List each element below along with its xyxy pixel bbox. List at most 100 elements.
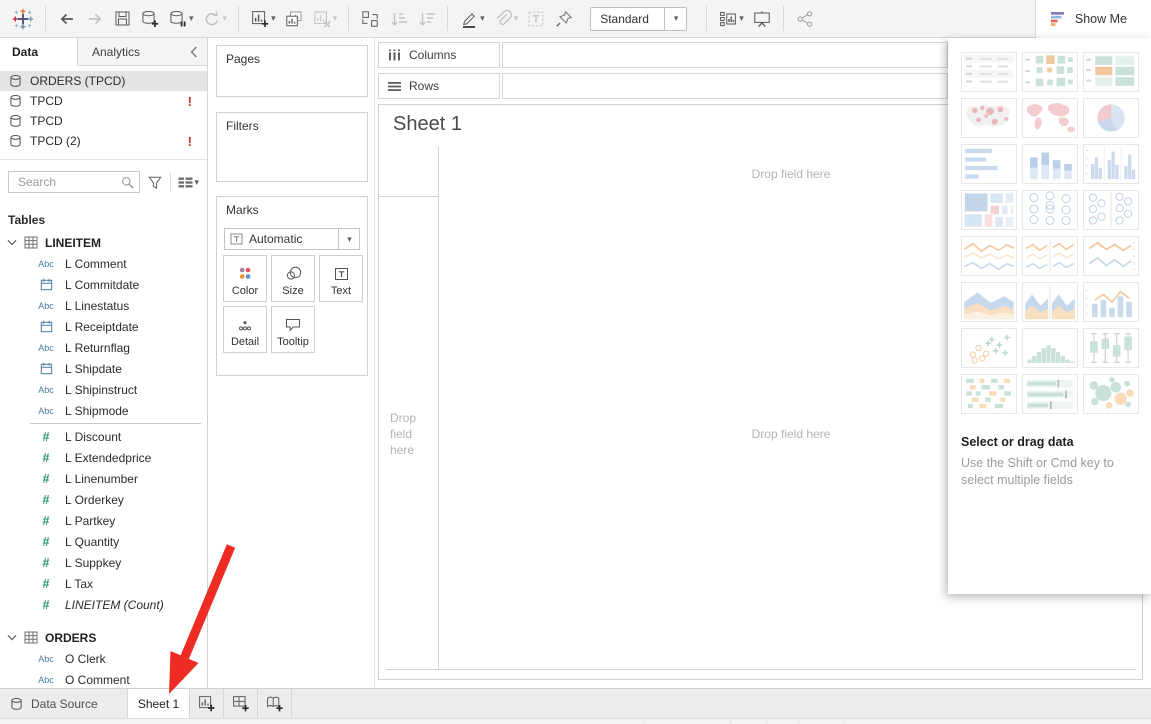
field-item[interactable]: AbcO Clerk	[0, 648, 207, 669]
marks-text-button[interactable]: Text	[319, 255, 363, 302]
field-item[interactable]: #L Quantity	[0, 531, 207, 552]
columns-shelf[interactable]: Columns	[378, 42, 948, 68]
columns-shelf-droparea[interactable]	[502, 42, 948, 68]
new-dashboard-button[interactable]	[224, 689, 258, 718]
show-hide-cards-button[interactable]: ▾	[714, 4, 748, 34]
show-me-line-chart-thumbnail[interactable]	[1083, 236, 1139, 276]
chevron-down-icon[interactable]	[7, 239, 17, 246]
show-me-horizontal-bars-thumbnail[interactable]	[961, 144, 1017, 184]
new-worksheet-tab-button[interactable]	[190, 689, 224, 718]
chevron-down-icon[interactable]: ▾	[480, 14, 485, 23]
filters-shelf[interactable]: Filters	[216, 112, 368, 182]
field-item[interactable]: #L Tax	[0, 573, 207, 594]
field-item[interactable]: #L Orderkey	[0, 489, 207, 510]
chevron-down-icon[interactable]: ▾	[194, 178, 199, 187]
show-me-gantt-thumbnail[interactable]	[961, 374, 1017, 414]
chevron-down-icon[interactable]: ▾	[189, 14, 194, 23]
field-item[interactable]: AbcL Shipinstruct	[0, 379, 207, 400]
rows-shelf-droparea[interactable]	[502, 73, 948, 99]
chevron-down-icon[interactable]: ▾	[338, 229, 359, 249]
presentation-mode-button[interactable]	[748, 4, 776, 34]
field-item[interactable]: AbcL Shipmode	[0, 400, 207, 421]
save-button[interactable]	[109, 4, 136, 34]
sort-descending-button[interactable]	[412, 4, 440, 34]
show-me-pie-chart-thumbnail[interactable]	[1083, 98, 1139, 138]
show-me-highlight-table-thumbnail[interactable]	[1083, 52, 1139, 92]
show-me-treemap-thumbnail[interactable]	[961, 190, 1017, 230]
show-me-side-by-side-circles-thumbnail[interactable]	[1083, 190, 1139, 230]
field-item[interactable]: AbcL Comment	[0, 253, 207, 274]
show-me-area-continuous-thumbnail[interactable]	[961, 282, 1017, 322]
tab-data[interactable]: Data	[0, 38, 78, 66]
field-item[interactable]: #L Extendedprice	[0, 447, 207, 468]
collapse-pane-button[interactable]	[181, 38, 207, 66]
show-me-scatter-plot-thumbnail[interactable]	[961, 328, 1017, 368]
group-members-button[interactable]: ▾	[489, 4, 523, 34]
tableau-logo-icon[interactable]	[8, 4, 38, 34]
fit-dropdown[interactable]: Standard ▾	[590, 7, 687, 31]
field-item[interactable]: AbcL Linestatus	[0, 295, 207, 316]
datasource-item[interactable]: TPCD (2)!	[0, 131, 207, 151]
show-me-stacked-bars-thumbnail[interactable]	[1022, 144, 1078, 184]
show-me-packed-bubbles-thumbnail[interactable]	[1083, 374, 1139, 414]
new-story-button[interactable]	[258, 689, 292, 718]
table-group-header[interactable]: ORDERS	[0, 627, 207, 648]
tab-sheet[interactable]: Sheet 1	[128, 689, 190, 718]
show-me-area-discrete-thumbnail[interactable]	[1022, 282, 1078, 322]
show-me-box-and-whisker-thumbnail[interactable]	[1083, 328, 1139, 368]
pages-shelf[interactable]: Pages	[216, 45, 368, 97]
mark-type-dropdown[interactable]: Automatic ▾	[224, 228, 360, 250]
new-data-source-button[interactable]	[136, 4, 164, 34]
datasource-item[interactable]: TPCD	[0, 111, 207, 131]
show-me-bullet-graph-thumbnail[interactable]	[1022, 374, 1078, 414]
show-me-button[interactable]: Show Me	[1035, 0, 1151, 38]
show-me-dual-combination-thumbnail[interactable]	[1083, 282, 1139, 322]
redo-button[interactable]	[81, 4, 109, 34]
marks-tooltip-button[interactable]: Tooltip	[271, 306, 315, 353]
fix-axes-button[interactable]	[550, 4, 578, 34]
chevron-down-icon[interactable]	[7, 634, 17, 641]
marks-color-button[interactable]: Color	[223, 255, 267, 302]
sort-ascending-button[interactable]	[384, 4, 412, 34]
search-box[interactable]	[8, 171, 140, 193]
show-me-filled-map-thumbnail[interactable]	[1022, 98, 1078, 138]
field-item[interactable]: L Commitdate	[0, 274, 207, 295]
field-item[interactable]: #LINEITEM (Count)	[0, 594, 207, 615]
duplicate-button[interactable]	[280, 4, 308, 34]
show-mark-labels-button[interactable]	[522, 4, 550, 34]
tab-data-source[interactable]: Data Source	[0, 689, 128, 718]
field-item[interactable]: L Receiptdate	[0, 316, 207, 337]
field-item[interactable]: AbcL Returnflag	[0, 337, 207, 358]
highlight-button[interactable]: ▾	[455, 4, 489, 34]
show-me-lines-continuous-thumbnail[interactable]	[961, 236, 1017, 276]
chevron-down-icon[interactable]: ▾	[271, 14, 276, 23]
search-input[interactable]	[16, 174, 121, 190]
field-item[interactable]: AbcO Comment	[0, 669, 207, 688]
table-group-header[interactable]: LINEITEM	[0, 232, 207, 253]
share-button[interactable]	[791, 4, 819, 34]
run-update-button[interactable]: ▾	[198, 4, 232, 34]
show-me-symbol-map-thumbnail[interactable]	[961, 98, 1017, 138]
show-me-lines-discrete-thumbnail[interactable]	[1022, 236, 1078, 276]
undo-button[interactable]	[53, 4, 81, 34]
show-me-text-table-thumbnail[interactable]	[961, 52, 1017, 92]
rows-shelf[interactable]: Rows	[378, 73, 948, 99]
pause-auto-updates-button[interactable]: ▾	[164, 4, 198, 34]
marks-detail-button[interactable]: Detail	[223, 306, 267, 353]
chevron-down-icon[interactable]: ▾	[739, 14, 744, 23]
field-item[interactable]: L Shipdate	[0, 358, 207, 379]
swap-rows-columns-button[interactable]	[356, 4, 384, 34]
show-me-circle-views-thumbnail[interactable]	[1022, 190, 1078, 230]
new-worksheet-button[interactable]: ▾	[246, 4, 280, 34]
show-me-heat-map-thumbnail[interactable]	[1022, 52, 1078, 92]
marks-size-button[interactable]: Size	[271, 255, 315, 302]
clear-sheet-button[interactable]: ▾	[308, 4, 342, 34]
show-me-side-by-side-bars-thumbnail[interactable]	[1083, 144, 1139, 184]
drop-zone-rows[interactable]: Drop field here	[390, 410, 428, 458]
field-item[interactable]: #L Discount	[0, 426, 207, 447]
field-item[interactable]: #L Linenumber	[0, 468, 207, 489]
tab-analytics[interactable]: Analytics	[78, 38, 181, 66]
datasource-item[interactable]: ORDERS (TPCD)	[0, 71, 207, 91]
show-me-histogram-thumbnail[interactable]	[1022, 328, 1078, 368]
view-options-button[interactable]: ▾	[176, 167, 201, 197]
